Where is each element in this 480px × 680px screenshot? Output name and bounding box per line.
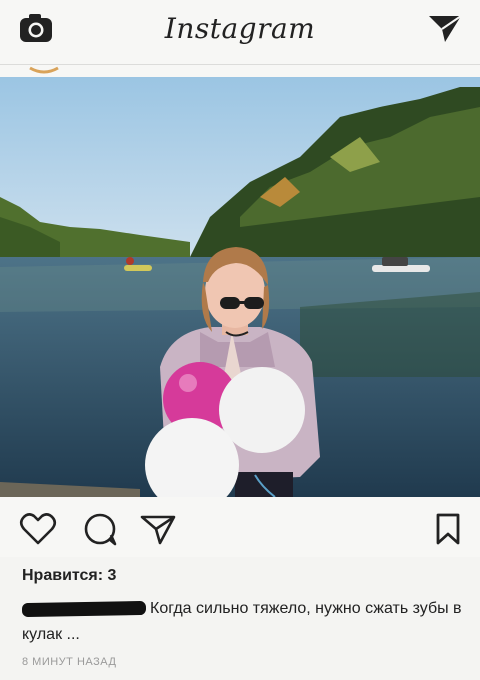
redacted-username[interactable]	[21, 600, 147, 617]
direct-message-icon[interactable]	[426, 12, 464, 44]
post-caption: Когда сильно тяжело, нужно сжать зубы в …	[21, 596, 462, 648]
app-logo: Instagram	[164, 12, 316, 45]
comment-icon[interactable]	[80, 511, 120, 547]
heart-icon[interactable]	[18, 511, 58, 547]
post-actions	[0, 497, 480, 557]
top-bar: Instagram	[0, 0, 480, 65]
stories-strip	[0, 65, 480, 77]
share-icon[interactable]	[138, 511, 178, 547]
post-photo[interactable]	[0, 77, 480, 497]
likes-count[interactable]: Нравится: 3	[22, 567, 116, 585]
photo-scene	[0, 77, 480, 497]
bookmark-icon[interactable]	[428, 511, 468, 547]
post-timestamp: 8 МИНУТ НАЗАД	[22, 656, 117, 668]
